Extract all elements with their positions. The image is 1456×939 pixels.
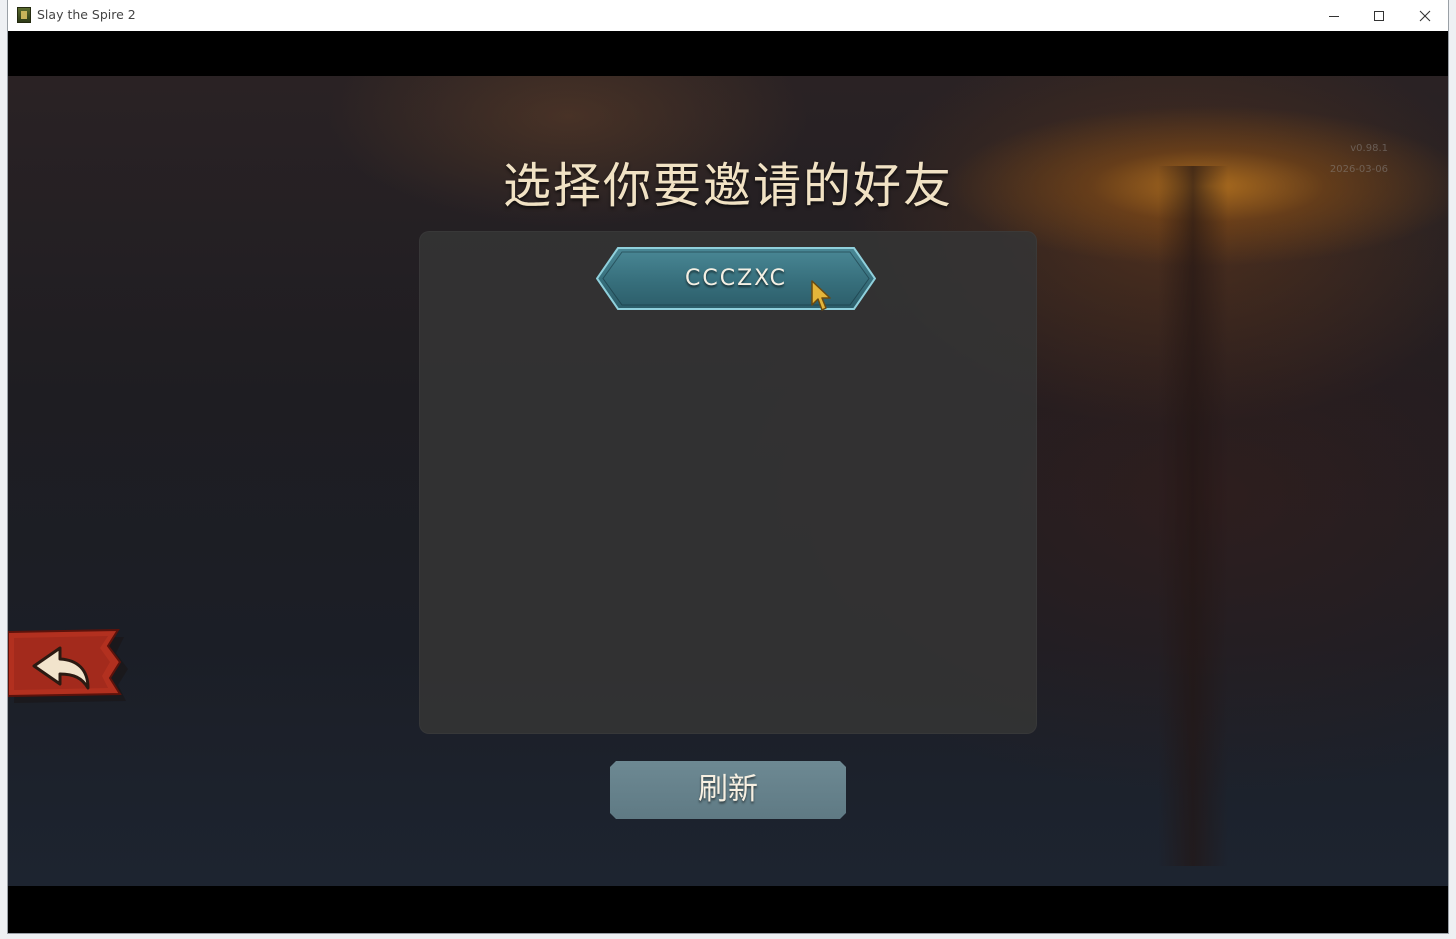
minimize-icon bbox=[1329, 15, 1339, 17]
page-title: 选择你要邀请的好友 bbox=[502, 158, 953, 214]
back-button[interactable] bbox=[8, 626, 133, 706]
maximize-icon bbox=[1374, 10, 1384, 21]
app-icon bbox=[17, 7, 31, 23]
friend-name: CCCZXC bbox=[685, 266, 787, 291]
close-button[interactable] bbox=[1402, 0, 1448, 31]
background-pillar bbox=[1158, 166, 1228, 866]
version-info: v0.98.1 2026-03-06 bbox=[1308, 138, 1388, 180]
game-viewport: v0.98.1 2026-03-06 选择你要邀请的好友 CCCZXC 刷新 bbox=[8, 31, 1448, 933]
minimize-button[interactable] bbox=[1311, 0, 1357, 31]
friend-item-button[interactable]: CCCZXC bbox=[596, 247, 876, 310]
game-scene: v0.98.1 2026-03-06 选择你要邀请的好友 CCCZXC 刷新 bbox=[8, 76, 1448, 886]
window-title: Slay the Spire 2 bbox=[37, 7, 136, 22]
mouse-cursor-icon bbox=[811, 280, 831, 311]
version-number: v0.98.1 bbox=[1350, 143, 1388, 154]
title-bar[interactable]: Slay the Spire 2 bbox=[8, 0, 1448, 32]
game-window: Slay the Spire 2 v0.98.1 2026-03-06 选择你要… bbox=[8, 0, 1448, 933]
refresh-button[interactable]: 刷新 bbox=[610, 761, 846, 819]
build-date: 2026-03-06 bbox=[1329, 164, 1388, 175]
back-arrow-icon bbox=[8, 628, 128, 703]
refresh-label: 刷新 bbox=[698, 772, 758, 807]
maximize-button[interactable] bbox=[1356, 0, 1402, 31]
close-icon bbox=[1419, 10, 1431, 21]
